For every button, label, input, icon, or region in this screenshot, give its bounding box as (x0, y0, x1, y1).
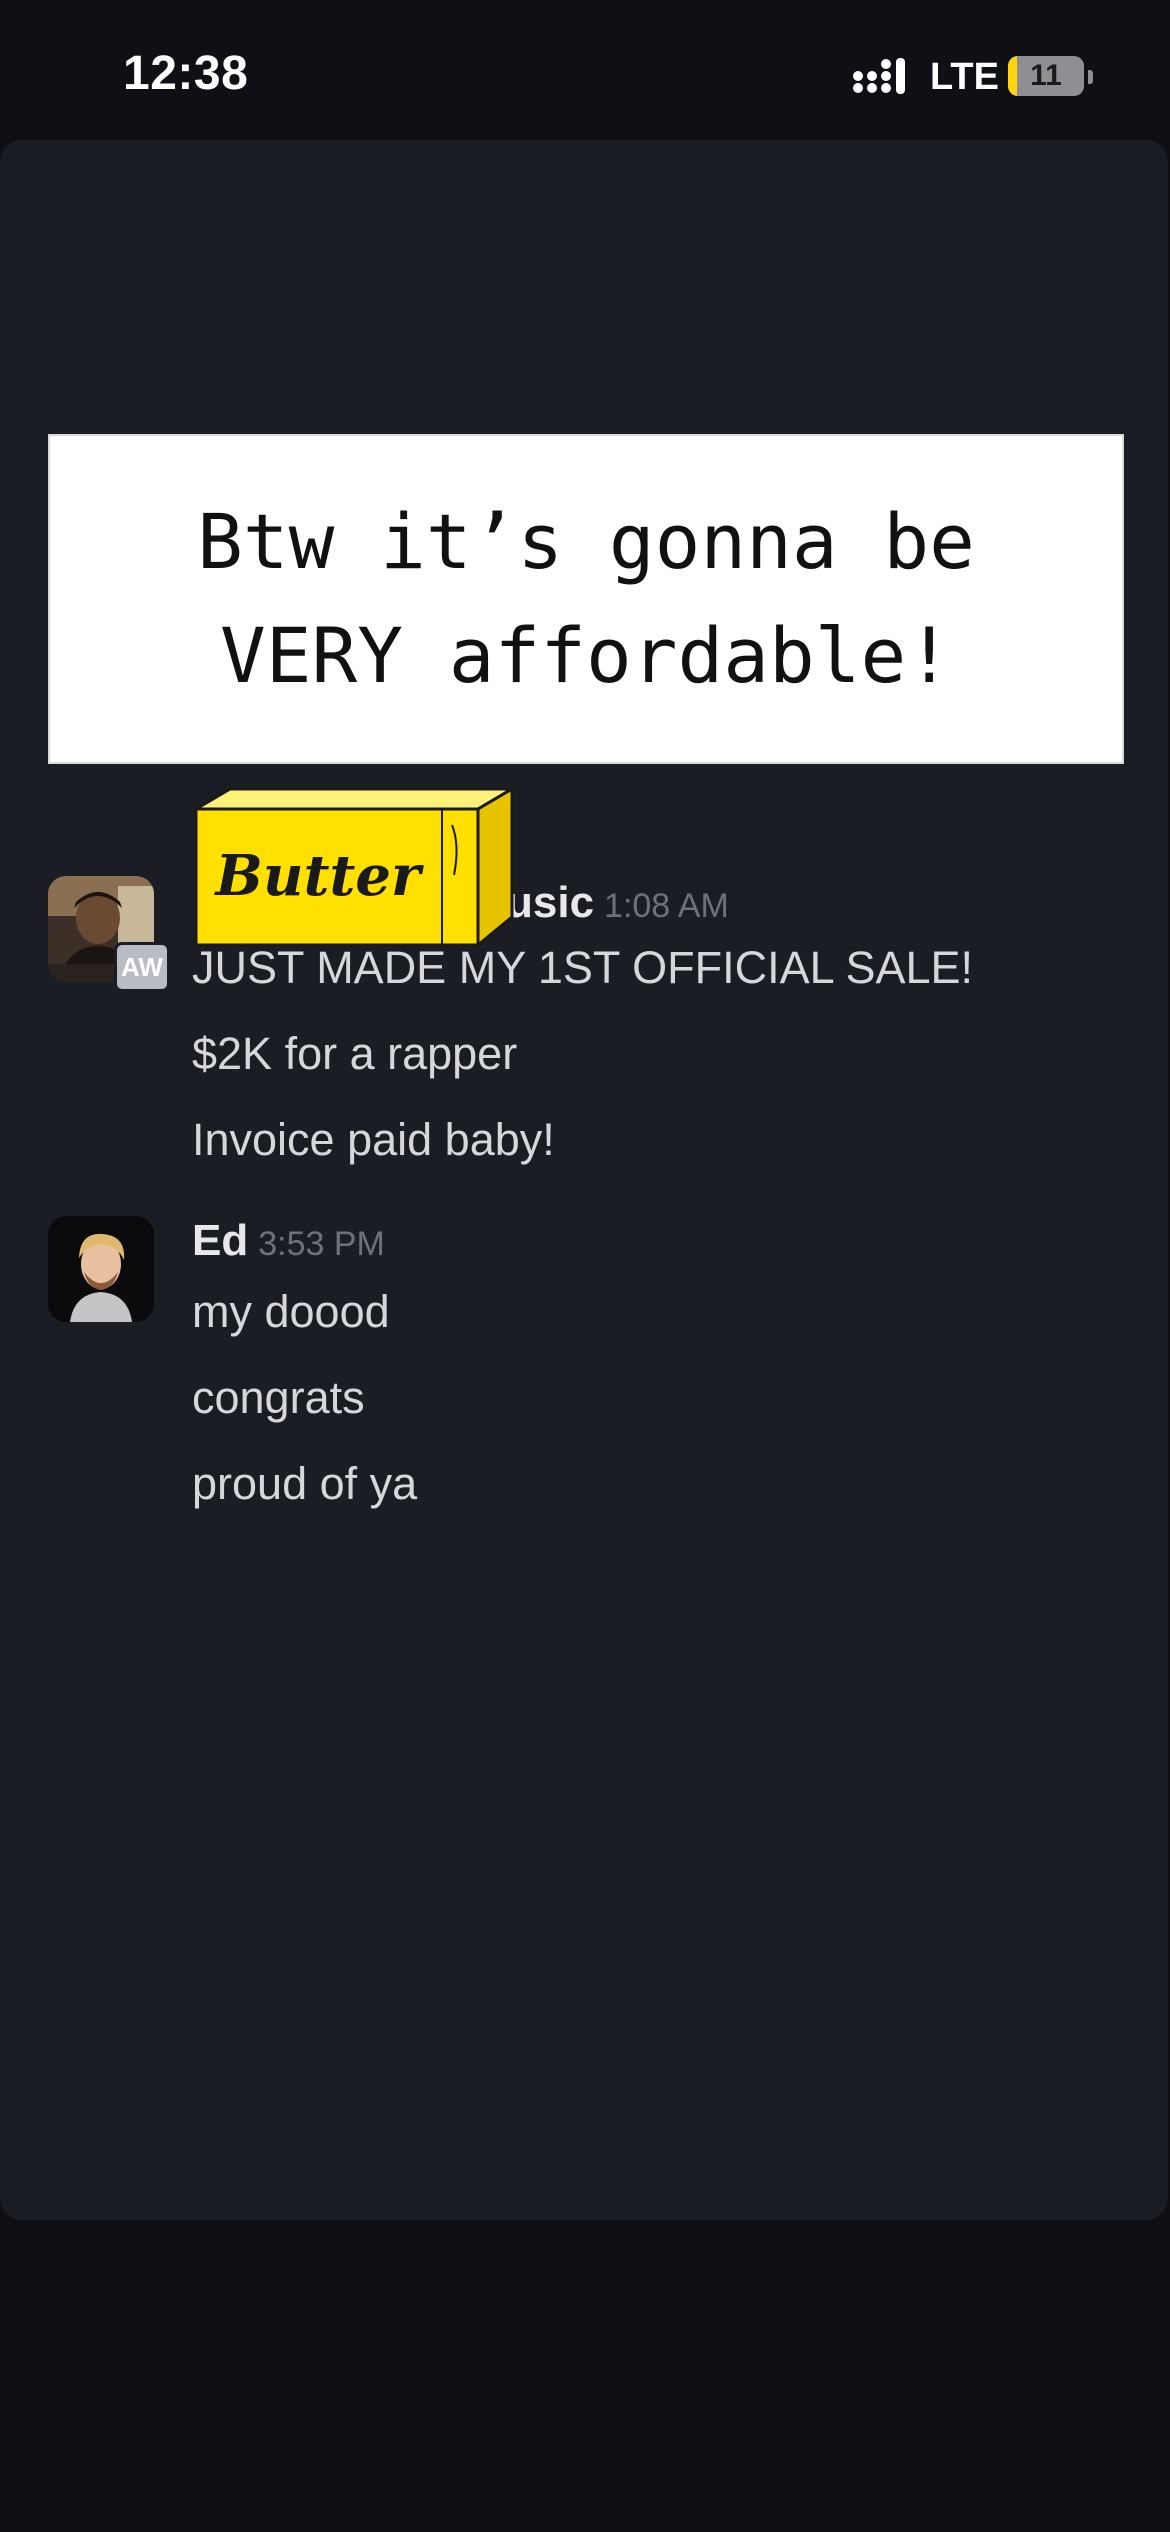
signal-icon (853, 58, 905, 94)
network-label: LTE (930, 56, 999, 98)
message-text: my doood (192, 1286, 390, 1337)
message-text: proud of ya (192, 1458, 418, 1509)
sticker-text: Butter (214, 843, 424, 909)
message-time: 3:53 PM (258, 1225, 385, 1263)
caption-line-1: Btw it’s gonna be (197, 497, 975, 586)
status-time: 12:38 (123, 47, 249, 100)
status-bar: 12:38 LTE 11 (0, 0, 1170, 140)
battery-cap (1088, 70, 1093, 84)
avatar-badge: AW (114, 942, 170, 992)
avatar[interactable] (48, 1216, 154, 1322)
ed-avatar-image (48, 1216, 154, 1322)
caption-line-2: VERY affordable! (219, 611, 953, 700)
overlay-caption: Btw it’s gonna be VERY affordable! (48, 434, 1124, 764)
message-text: Invoice paid baby! (192, 1114, 555, 1165)
message-text: $2K for a rapper (192, 1028, 518, 1079)
message-header: Ed 3:53 PM (192, 1216, 385, 1266)
butter-stick-icon: Butter (190, 786, 518, 949)
message-time: 1:08 AM (604, 887, 729, 925)
screen: 12:38 LTE 11 Btw it’s gonna be VERY affo… (0, 0, 1170, 2532)
message-text: congrats (192, 1372, 365, 1423)
battery-icon: 11 (1008, 56, 1084, 96)
battery-level: 11 (1030, 59, 1062, 92)
message-header: usic 1:08 AM (506, 878, 729, 928)
sender-name[interactable]: Ed (192, 1216, 248, 1265)
